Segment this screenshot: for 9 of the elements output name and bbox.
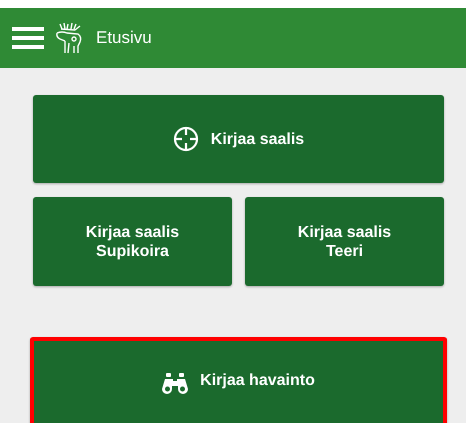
page-title: Etusivu — [96, 28, 152, 48]
action-button[interactable]: Kirjaa saalis Teeri — [245, 197, 444, 286]
moose-logo-icon — [54, 21, 84, 55]
action-button[interactable]: Kirjaa saalis — [33, 95, 444, 183]
menu-icon[interactable] — [12, 26, 44, 50]
crosshair-icon — [172, 126, 199, 152]
binoculars-icon — [162, 371, 188, 395]
action-button[interactable]: Kirjaa havainto — [30, 337, 447, 423]
action-button[interactable]: Kirjaa saalis Supikoira — [33, 197, 232, 286]
